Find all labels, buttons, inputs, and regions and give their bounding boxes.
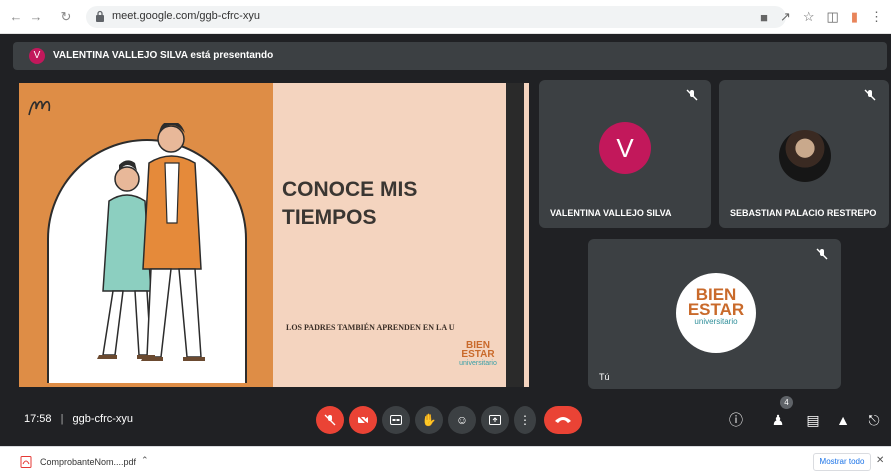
logo-line-1: BIEN [695, 285, 737, 304]
avatar: V [599, 122, 651, 174]
presenter-banner: V VALENTINA VALLEJO SILVA está presentan… [13, 42, 887, 70]
lock-person-icon: ⎋ [868, 412, 880, 428]
participant-name: VALENTINA VALLEJO SILVA [550, 208, 672, 218]
people-button[interactable]: ♟ [768, 410, 788, 430]
download-file-name[interactable]: ComprobanteNom....pdf [40, 457, 136, 467]
captions-icon [390, 415, 402, 425]
avatar [779, 130, 831, 182]
more-vert-icon: ⋮ [519, 413, 531, 427]
meeting-details-button[interactable]: ⓘ [726, 410, 746, 430]
url-text: meet.google.com/ggb-cfrc-xyu [112, 10, 260, 22]
address-bar[interactable]: meet.google.com/ggb-cfrc-xyu [86, 6, 786, 28]
captions-button[interactable] [382, 406, 410, 434]
browser-actions: ■ ↗ ☆ ◫ ▮ ⋮ [760, 6, 891, 28]
logo-line-2: ESTAR [461, 349, 495, 360]
slide-illustration-panel [19, 83, 273, 387]
logo-line-3: universitario [459, 360, 497, 367]
presenter-avatar: V [29, 48, 45, 64]
bienestar-logo: BIEN ESTAR universitario [454, 341, 502, 368]
share-icon[interactable]: ↗ [780, 9, 791, 25]
raise-hand-button[interactable]: ✋ [415, 406, 443, 434]
reload-icon[interactable]: ↻ [58, 9, 74, 25]
presenter-text: VALENTINA VALLEJO SILVA está presentando [53, 50, 274, 61]
back-icon[interactable]: ← [8, 9, 24, 25]
separator: | [60, 413, 64, 425]
mic-toggle-button[interactable] [316, 406, 344, 434]
meeting-info: 17:58 | ggb-cfrc-xyu [24, 413, 133, 425]
camera-off-icon [357, 414, 369, 426]
emoji-icon: ☺ [455, 413, 469, 427]
slide-edge [506, 83, 524, 387]
mic-off-icon [324, 414, 336, 426]
chevron-up-icon[interactable]: ⌃ [141, 455, 149, 466]
participant-name: Tú [599, 372, 610, 382]
participant-name: SEBASTIAN PALACIO RESTREPO [730, 208, 877, 218]
show-all-button[interactable]: Mostrar todo [813, 453, 871, 471]
people-count-badge: 4 [780, 396, 793, 409]
activities-button[interactable]: ▲ [833, 410, 853, 430]
close-icon[interactable]: ✕ [876, 455, 884, 466]
shapes-icon: ▲ [836, 412, 850, 428]
scribble-decoration [28, 100, 51, 116]
meeting-controls: 17:58 | ggb-cfrc-xyu ✋ ☺ ⋮ ⓘ ♟ 4 ▤ ▲ ⎋ [0, 394, 891, 446]
reactions-button[interactable]: ☺ [448, 406, 476, 434]
chat-icon: ▤ [806, 412, 820, 428]
hang-up-icon [555, 417, 571, 423]
info-icon: ⓘ [729, 412, 743, 428]
more-options-button[interactable]: ⋮ [514, 406, 536, 434]
menu-icon[interactable]: ⋮ [870, 9, 883, 25]
participant-tile-sebastian[interactable]: SEBASTIAN PALACIO RESTREPO [719, 80, 889, 228]
camera-toggle-button[interactable] [349, 406, 377, 434]
clock-time: 17:58 [24, 413, 52, 425]
download-bar: ComprobanteNom....pdf ⌃ Mostrar todo ✕ [0, 446, 891, 476]
participant-tile-valentina[interactable]: V VALENTINA VALLEJO SILVA [539, 80, 711, 228]
slide-subtitle: LOS PADRES TAMBIÉN APRENDEN EN LA U [286, 323, 455, 332]
hand-icon: ✋ [421, 413, 437, 427]
present-button[interactable] [481, 406, 509, 434]
meeting-code: ggb-cfrc-xyu [72, 413, 134, 425]
browser-toolbar: ← → ↻ meet.google.com/ggb-cfrc-xyu ■ ↗ ☆… [0, 0, 891, 34]
forward-icon[interactable]: → [28, 9, 44, 25]
leave-call-button[interactable] [544, 406, 582, 434]
logo-line-2: ESTAR [687, 300, 745, 319]
extension-icon[interactable]: ▮ [851, 9, 858, 25]
parents-illustration [97, 123, 205, 361]
people-icon: ♟ [771, 412, 785, 428]
host-controls-button[interactable]: ⎋ [864, 410, 884, 430]
sidebar-icon[interactable]: ◫ [827, 9, 839, 25]
mic-off-icon [816, 248, 828, 260]
camera-indicator-icon[interactable]: ■ [760, 10, 768, 25]
mic-off-icon [686, 89, 698, 101]
bookmark-star-icon[interactable]: ☆ [803, 9, 815, 25]
pdf-file-icon [20, 456, 32, 468]
meet-stage: V VALENTINA VALLEJO SILVA está presentan… [0, 34, 891, 446]
mic-off-icon [864, 89, 876, 101]
shared-screen: CONOCE MIS TIEMPOS LOS PADRES TAMBIÉN AP… [19, 83, 529, 387]
present-screen-icon [489, 415, 501, 425]
participant-tile-self[interactable]: BIEN ESTAR universitario Tú [588, 239, 841, 389]
lock-icon [96, 10, 104, 22]
avatar: BIEN ESTAR universitario [676, 273, 756, 353]
chat-button[interactable]: ▤ [803, 410, 823, 430]
slide-title: CONOCE MIS TIEMPOS [282, 178, 418, 229]
